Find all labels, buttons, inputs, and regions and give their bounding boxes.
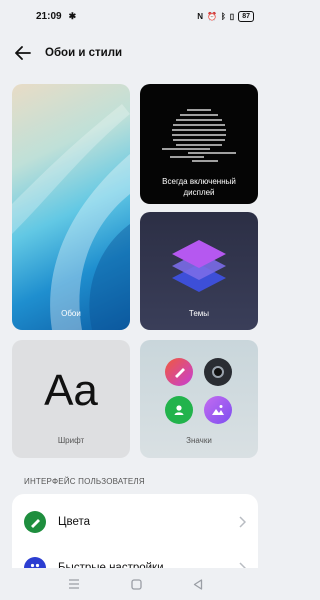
brush-icon (165, 358, 193, 386)
font-label: Шрифт (57, 436, 85, 445)
ui-section-title: ИНТЕРФЕЙС ПОЛЬЗОВАТЕЛЯ (24, 477, 145, 486)
colors-label: Цвета (58, 516, 91, 528)
back-button[interactable] (3, 36, 43, 70)
arrow-left-icon (15, 46, 31, 60)
gear-icon: ✱ (68, 10, 77, 21)
themes-tile[interactable]: Темы (140, 212, 258, 330)
alarm-icon: ⏰ (207, 11, 217, 21)
menu-icon[interactable] (68, 579, 80, 589)
bluetooth-icon: ᛒ (220, 11, 226, 21)
status-time: 21:09 (36, 10, 62, 22)
font-tile[interactable]: Aa Шрифт (12, 340, 130, 458)
battery-icon: 87 (238, 10, 254, 22)
wallpaper-preview (12, 104, 130, 330)
colors-row[interactable]: Цвета (12, 499, 258, 545)
icons-label: Значки (186, 436, 212, 445)
always-on-display-tile[interactable]: Всегда включенный дисплей (140, 84, 258, 204)
back-triangle-icon[interactable] (193, 578, 203, 590)
system-nav-bar (0, 568, 270, 600)
camera-icon (204, 358, 232, 386)
aod-label-line1: Всегда включенный (162, 177, 236, 186)
aod-label: Всегда включенный дисплей (140, 176, 258, 198)
wallpapers-label: Обои (61, 309, 81, 318)
app-header: Обои и стили (0, 36, 270, 70)
contacts-icon (165, 396, 193, 424)
color-palette-icon (24, 511, 46, 533)
wallpapers-tile[interactable]: Обои (12, 84, 130, 330)
chevron-right-icon (239, 516, 246, 528)
home-icon[interactable] (130, 578, 142, 590)
themes-label: Темы (188, 309, 210, 318)
aod-label-line2: дисплей (183, 188, 215, 197)
status-icons: N ⏰ ᛒ ▯ 87 (197, 10, 254, 22)
gallery-icon (204, 396, 232, 424)
battery-level: 87 (242, 12, 250, 20)
aod-preview-graphic (162, 109, 236, 162)
page-title: Обои и стили (45, 47, 123, 59)
font-preview: Aa (44, 366, 98, 415)
status-bar: 21:09 ✱ N ⏰ ᛒ ▯ 87 (0, 0, 270, 32)
icons-tile[interactable]: Значки (140, 340, 258, 458)
vibrate-icon: ▯ (229, 11, 235, 21)
layers-icon (172, 240, 226, 292)
nfc-icon: N (197, 11, 204, 21)
